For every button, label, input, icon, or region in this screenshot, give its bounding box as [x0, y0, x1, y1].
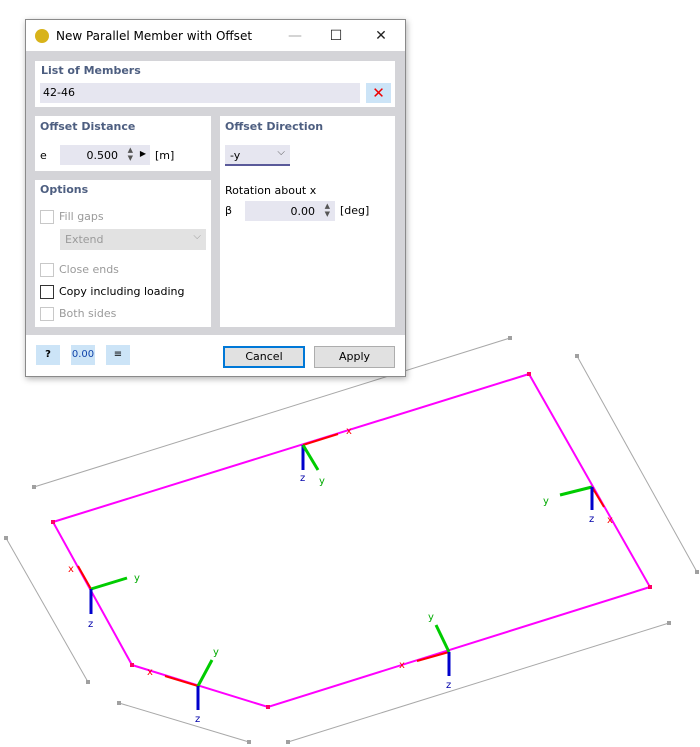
app-icon: [35, 28, 49, 43]
copy-loading-checkbox[interactable]: [40, 285, 54, 299]
z-label: z: [300, 473, 305, 484]
close-ends-label: Close ends: [59, 263, 119, 276]
offset-distance-input[interactable]: 0.500 ▲ ▼ ▶: [60, 145, 150, 165]
offset-value: 0.500: [86, 149, 119, 162]
spinner-icon[interactable]: ▲ ▼: [325, 202, 330, 218]
fill-gaps-label: Fill gaps: [59, 210, 104, 223]
z-label: z: [589, 514, 594, 525]
y-label: y: [543, 496, 549, 507]
y-label: y: [319, 476, 325, 487]
chevron-down-icon: ⌵: [193, 231, 201, 242]
x-label: x: [607, 515, 613, 526]
z-label: z: [195, 714, 200, 725]
clear-icon[interactable]: ✕: [366, 83, 391, 103]
y-label: y: [213, 647, 219, 658]
copy-loading-label: Copy including loading: [59, 285, 185, 298]
z-label: z: [88, 619, 93, 630]
rotation-value: 0.00: [290, 205, 316, 218]
close-ends-checkbox[interactable]: [40, 263, 54, 277]
arrow-right-icon[interactable]: ▶: [140, 149, 146, 158]
e-label: e: [40, 149, 47, 162]
y-label: y: [428, 612, 434, 623]
offset-distance-panel: Offset Distance e 0.500 ▲ ▼ ▶ [m]: [35, 116, 211, 171]
list-of-members-panel: List of Members 42-46 ✕: [35, 61, 395, 107]
dialog-title: New Parallel Member with Offset: [56, 28, 253, 43]
z-label: z: [446, 680, 451, 691]
dialog: New Parallel Member with Offset — ☐ ✕ Li…: [25, 19, 406, 377]
offset-unit: [m]: [155, 149, 175, 162]
rotation-heading: Rotation about x: [225, 184, 317, 197]
rotation-unit: [deg]: [340, 204, 370, 217]
axis-triads: [77, 433, 605, 710]
units-icon-text: 0.00: [71, 349, 95, 360]
apply-button[interactable]: Apply: [314, 346, 395, 368]
help-icon[interactable]: ?: [36, 345, 60, 365]
spinner-icon[interactable]: ▲ ▼: [128, 146, 133, 162]
x-label: x: [147, 667, 153, 678]
direction-value: -y: [230, 149, 241, 162]
x-label: x: [346, 426, 352, 437]
offset-distance-heading: Offset Distance: [40, 120, 136, 133]
dialog-footer: ? 0.00 ≡ Cancel Apply: [26, 335, 405, 376]
x-label: x: [68, 564, 74, 575]
minimize-button[interactable]: —: [273, 20, 317, 51]
y-label: y: [134, 573, 140, 584]
cancel-button[interactable]: Cancel: [223, 346, 305, 368]
maximize-button[interactable]: ☐: [314, 20, 358, 51]
both-sides-label: Both sides: [59, 307, 117, 320]
close-button[interactable]: ✕: [359, 20, 403, 51]
list-of-members-heading: List of Members: [41, 64, 141, 77]
title-bar[interactable]: New Parallel Member with Offset — ☐ ✕: [26, 20, 405, 51]
offset-direction-select[interactable]: -y ⌵: [225, 145, 290, 166]
database-copy-icon[interactable]: ≡: [106, 345, 130, 365]
members-input[interactable]: 42-46: [40, 83, 360, 103]
both-sides-checkbox[interactable]: [40, 307, 54, 321]
fill-mode-select[interactable]: Extend ⌵: [60, 229, 206, 250]
offset-direction-heading: Offset Direction: [225, 120, 324, 133]
offset-direction-panel: Offset Direction -y ⌵ Rotation about x β…: [220, 116, 395, 327]
rotation-input[interactable]: 0.00 ▲ ▼: [245, 201, 335, 221]
members-value: 42-46: [43, 86, 75, 99]
x-label: x: [399, 660, 405, 671]
options-heading: Options: [40, 183, 89, 196]
beta-label: β: [225, 204, 233, 217]
fill-gaps-checkbox[interactable]: [40, 210, 54, 224]
options-panel: Options Fill gaps Extend ⌵ Close ends Co…: [35, 180, 211, 327]
chevron-down-icon: ⌵: [277, 147, 285, 158]
fill-mode-value: Extend: [65, 233, 104, 246]
units-button[interactable]: 0.00: [71, 345, 95, 365]
